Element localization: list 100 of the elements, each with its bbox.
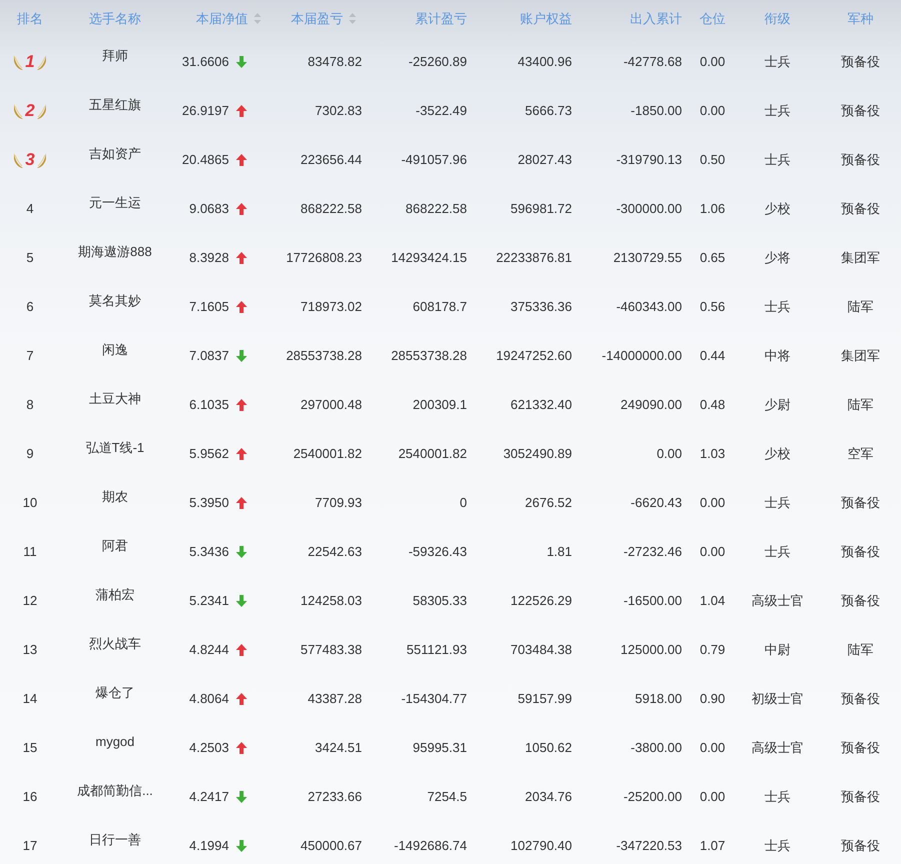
player-name: 蒲柏宏 — [94, 586, 136, 604]
grade-cell-text: 士兵 — [764, 788, 792, 806]
branch-cell-text: 集团军 — [840, 248, 881, 266]
player-name: 期农 — [101, 488, 129, 506]
player-name: 闲逸 — [101, 340, 129, 358]
equity-cell-text: 2676.52 — [524, 495, 573, 510]
position-cell-text: 0.48 — [698, 397, 726, 412]
equity-cell-text: 22233876.81 — [495, 250, 573, 265]
column-header: 排名 — [17, 10, 43, 28]
player-name: 日行一善 — [88, 830, 142, 848]
total-profit-cell-text: -3522.49 — [414, 103, 468, 118]
branch-cell-text: 预备役 — [840, 836, 881, 854]
player-name: 阿君 — [101, 536, 129, 554]
position-cell-text: 0.00 — [698, 54, 726, 69]
branch-cell-text: 集团军 — [840, 346, 881, 364]
column-header: 账户权益 — [520, 10, 572, 28]
grade-cell-text: 士兵 — [764, 52, 792, 70]
equity-cell-text: 2034.76 — [524, 789, 573, 804]
grade-cell-text: 少校 — [764, 444, 792, 462]
total-profit-cell-text: 28553738.28 — [390, 348, 468, 363]
equity-cell-text: 102790.40 — [510, 838, 573, 853]
grade-cell-text: 高级士官 — [750, 738, 804, 756]
net-value-cell: 31.6606 — [182, 54, 229, 69]
column-header[interactable]: 本届净值 — [196, 10, 248, 28]
profit-cell-text: 43387.28 — [306, 691, 363, 706]
rank-number: 1 — [25, 52, 35, 72]
net-value-cell: 6.1035 — [189, 397, 229, 412]
flow-cell-text: -300000.00 — [615, 201, 683, 216]
branch-cell-text: 预备役 — [840, 592, 881, 610]
total-profit-cell-text: 551121.93 — [406, 642, 468, 657]
player-name: 土豆大神 — [88, 390, 142, 408]
net-value-cell: 5.3436 — [189, 544, 229, 559]
player-name: 弘道T线-1 — [84, 438, 146, 456]
flow-cell-text: -14000000.00 — [600, 348, 683, 363]
total-profit-cell-text: 2540001.82 — [397, 446, 468, 461]
net-value-cell: 4.2503 — [189, 740, 229, 755]
equity-cell-text: 1.81 — [546, 544, 573, 559]
flow-cell-text: -42778.68 — [622, 54, 683, 69]
equity-cell-text: 5666.73 — [524, 103, 573, 118]
player-name: 元一生运 — [88, 194, 142, 212]
player-name: 莫名其妙 — [88, 292, 142, 310]
column-header: 选手名称 — [89, 10, 141, 28]
branch-cell-text: 预备役 — [840, 690, 881, 708]
rank-number: 12 — [22, 593, 38, 608]
grade-cell-text: 少尉 — [764, 396, 792, 414]
total-profit-cell-text: 14293424.15 — [390, 250, 468, 265]
profit-cell-text: 718973.02 — [300, 299, 363, 314]
net-value-cell: 4.2417 — [189, 789, 229, 804]
grade-cell-text: 中尉 — [764, 640, 792, 658]
flow-cell-text: -319790.13 — [615, 152, 683, 167]
branch-cell-text: 预备役 — [840, 738, 881, 756]
branch-cell-text: 预备役 — [840, 150, 881, 168]
grade-cell-text: 少将 — [764, 248, 792, 266]
grade-cell-text: 初级士官 — [750, 690, 804, 708]
profit-cell-text: 868222.58 — [300, 201, 363, 216]
profit-cell-text: 3424.51 — [314, 740, 363, 755]
position-cell-text: 0.00 — [698, 495, 726, 510]
equity-cell-text: 1050.62 — [524, 740, 573, 755]
total-profit-cell-text: -59326.43 — [407, 544, 468, 559]
flow-cell-text: -16500.00 — [622, 593, 683, 608]
net-value-cell: 5.9562 — [189, 446, 229, 461]
sort-icon[interactable] — [349, 13, 356, 24]
grade-cell-text: 士兵 — [764, 494, 792, 512]
branch-cell-text: 空军 — [846, 444, 874, 462]
flow-cell-text: 2130729.55 — [612, 250, 683, 265]
position-cell-text: 0.90 — [698, 691, 726, 706]
sort-icon[interactable] — [254, 13, 261, 24]
net-value-cell: 7.0837 — [189, 348, 229, 363]
column-header: 出入累计 — [630, 10, 682, 28]
grade-cell-text: 士兵 — [764, 150, 792, 168]
position-cell-text: 0.50 — [698, 152, 726, 167]
net-value-cell: 26.9197 — [182, 103, 229, 118]
total-profit-cell-text: 58305.33 — [412, 593, 468, 608]
position-cell-text: 0.44 — [698, 348, 726, 363]
branch-cell-text: 预备役 — [840, 52, 881, 70]
total-profit-cell-text: 0 — [458, 495, 468, 510]
equity-cell-text: 28027.43 — [516, 152, 573, 167]
rank-number: 4 — [26, 201, 34, 216]
equity-cell-text: 596981.72 — [510, 201, 573, 216]
column-header: 衔级 — [764, 10, 790, 28]
position-cell-text: 0.00 — [698, 103, 726, 118]
branch-cell-text: 陆军 — [846, 298, 874, 316]
total-profit-cell-text: -1492686.74 — [392, 838, 468, 853]
grade-cell-text: 中将 — [764, 346, 792, 364]
player-name: 吉如资产 — [88, 144, 142, 162]
position-cell-text: 0.79 — [698, 642, 726, 657]
total-profit-cell-text: -491057.96 — [400, 152, 468, 167]
equity-cell-text: 375336.36 — [510, 299, 573, 314]
player-name: 拜师 — [101, 46, 129, 64]
profit-cell-text: 297000.48 — [300, 397, 363, 412]
flow-cell-text: -347220.53 — [615, 838, 683, 853]
profit-cell-text: 2540001.82 — [292, 446, 363, 461]
profit-cell-text: 7709.93 — [314, 495, 363, 510]
branch-cell-text: 预备役 — [840, 494, 881, 512]
player-name: 五星红旗 — [88, 96, 142, 114]
grade-cell-text: 士兵 — [764, 298, 792, 316]
profit-cell-text: 577483.38 — [300, 642, 363, 657]
equity-cell-text: 703484.38 — [510, 642, 573, 657]
rank-number: 5 — [26, 250, 34, 265]
column-header[interactable]: 本届盈亏 — [291, 10, 343, 28]
